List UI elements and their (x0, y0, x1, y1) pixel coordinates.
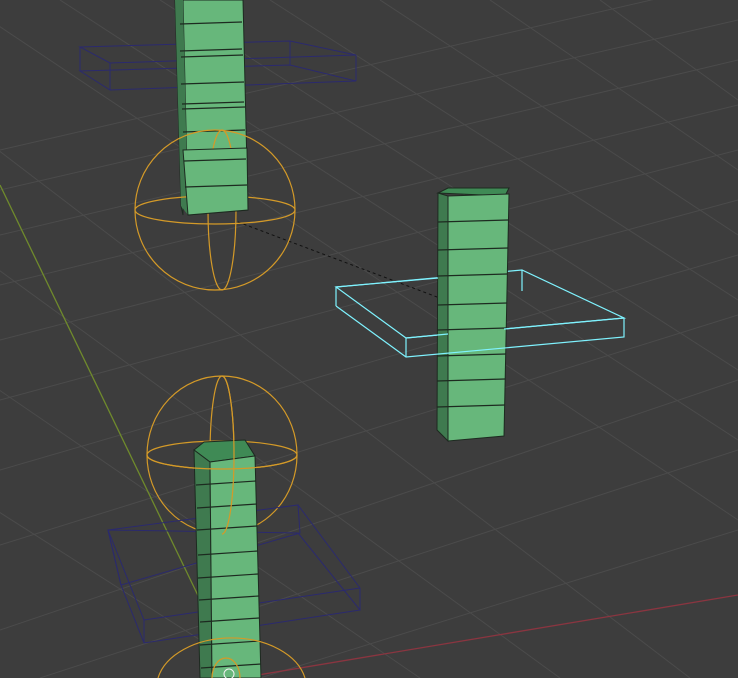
cube-stack-center[interactable] (436, 187, 510, 443)
cube-stack-top-front (182, 147, 249, 216)
cube-stack-bottom[interactable] (193, 439, 262, 678)
3d-viewport[interactable] (0, 0, 738, 678)
viewport-background (0, 0, 738, 678)
viewport-canvas[interactable] (0, 0, 738, 678)
